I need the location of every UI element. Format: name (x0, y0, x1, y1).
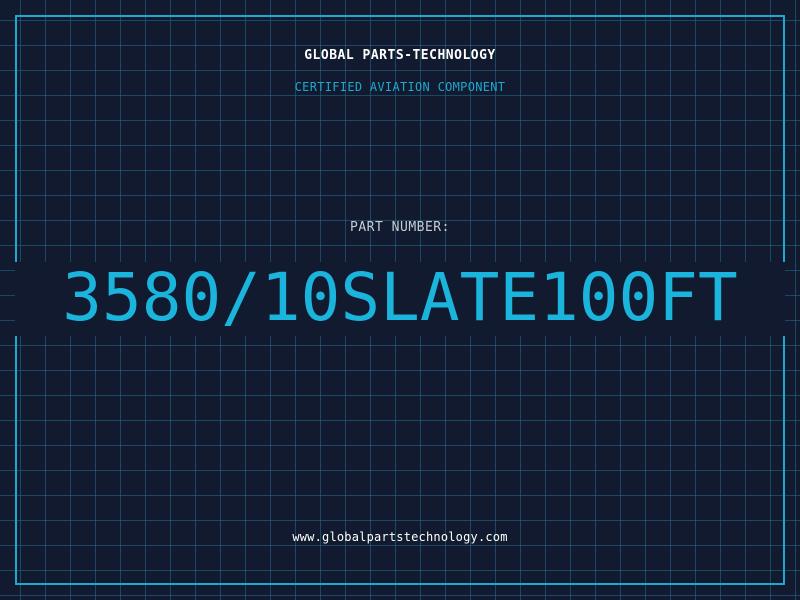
company-name: GLOBAL PARTS-TECHNOLOGY (304, 48, 496, 63)
website-url: www.globalpartstechnology.com (292, 530, 508, 544)
part-number-value: 3580/10SLATE100FT (62, 259, 738, 336)
part-number-label: PART NUMBER: (350, 220, 450, 235)
certification-tagline: CERTIFIED AVIATION COMPONENT (294, 80, 506, 94)
